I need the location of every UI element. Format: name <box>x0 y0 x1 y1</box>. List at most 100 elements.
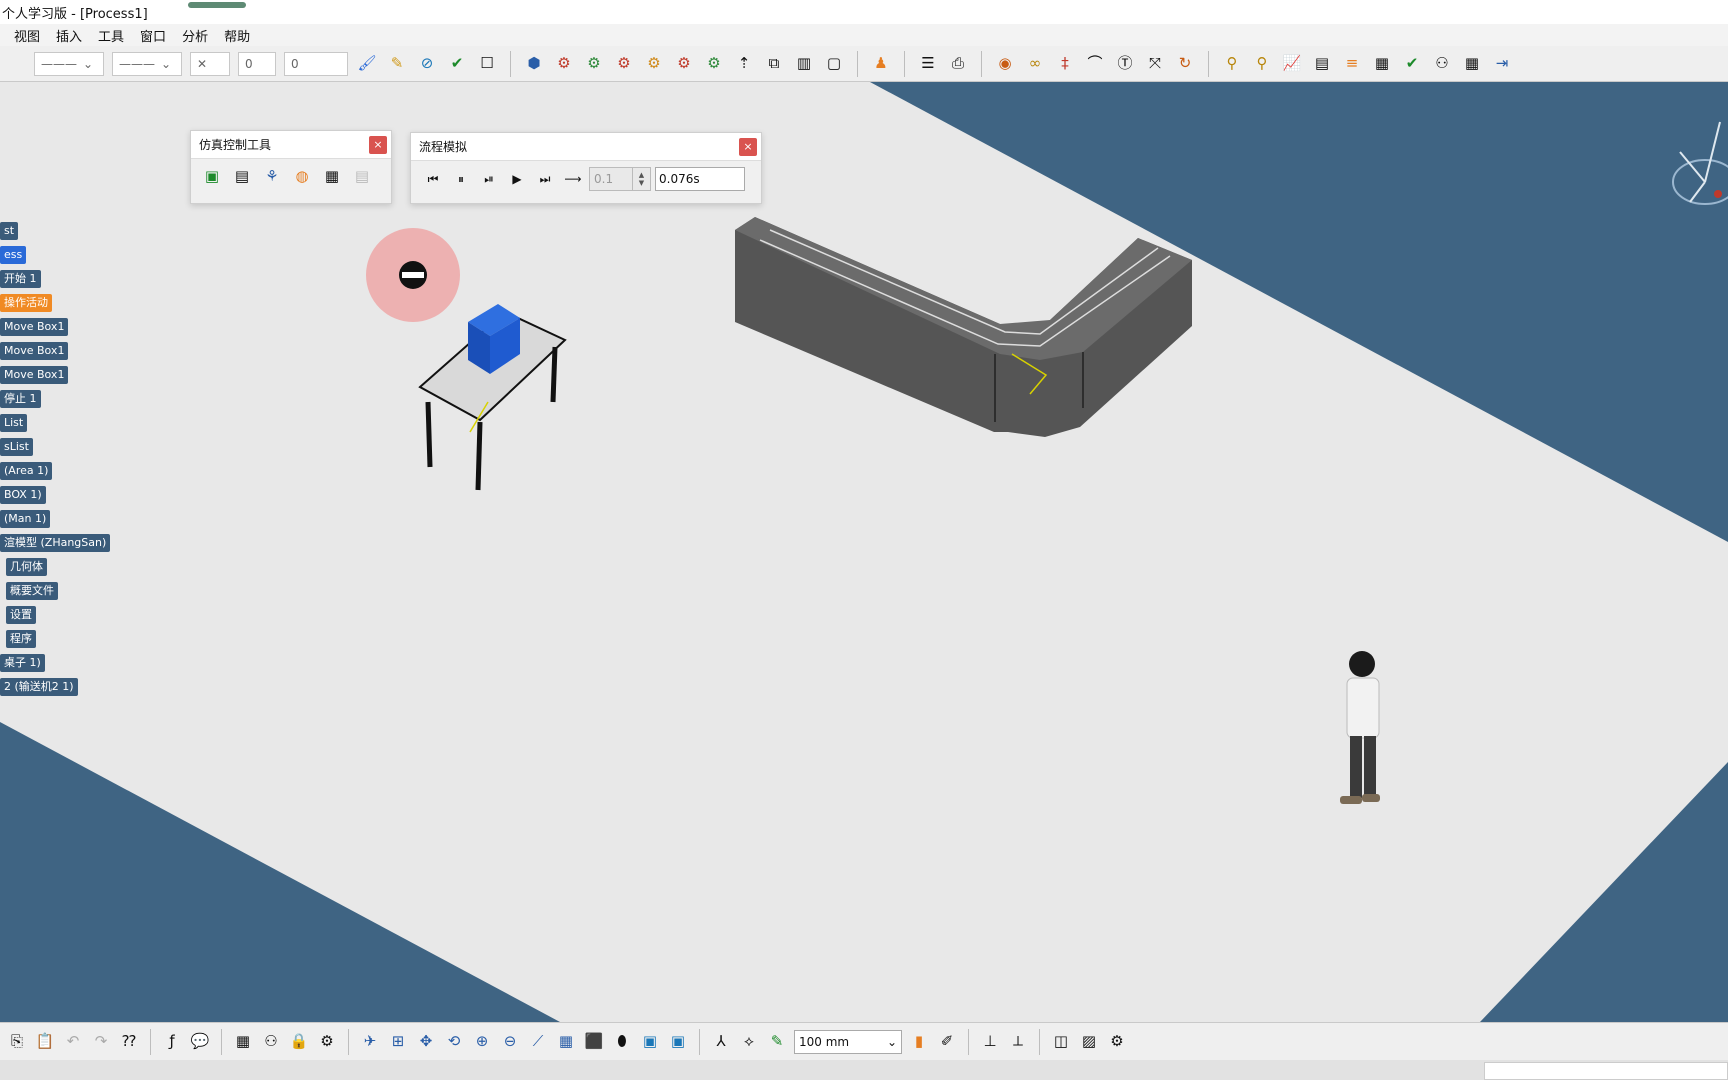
formula-icon[interactable]: ƒ <box>161 1031 183 1053</box>
measure-icon[interactable]: ⊥ <box>979 1031 1001 1053</box>
sim-run-icon[interactable]: ◍ <box>291 165 313 187</box>
compass-icon[interactable]: ⊘ <box>416 53 438 75</box>
tree-item[interactable]: ess <box>0 246 27 264</box>
sim-control-close-button[interactable]: × <box>369 135 387 154</box>
sim-icon[interactable]: ⚙ <box>316 1031 338 1053</box>
edit-icon[interactable]: ✎ <box>766 1031 788 1053</box>
undo-icon[interactable]: ↶ <box>62 1031 84 1053</box>
step-arrow-icon[interactable]: ⟶ <box>561 168 585 190</box>
sim-icon[interactable]: ◉ <box>994 53 1016 75</box>
zoom-icon[interactable]: ⚲ <box>1251 53 1273 75</box>
cube-icon[interactable]: ⬛ <box>583 1031 605 1053</box>
redo-icon[interactable]: ↷ <box>90 1031 112 1053</box>
copy-icon[interactable]: ⎘ <box>6 1031 28 1053</box>
fast-forward-icon[interactable]: ⏭ <box>533 168 557 190</box>
layer-combo[interactable]: 0 <box>238 51 276 76</box>
pen-icon[interactable]: ✎ <box>386 53 408 75</box>
gear-icon[interactable]: ⚙ <box>703 53 725 75</box>
brush-icon[interactable]: 🖌 <box>356 53 378 75</box>
sim-record-icon[interactable]: ▦ <box>321 165 343 187</box>
frame-icon[interactable]: ▢ <box>823 53 845 75</box>
lock-icon[interactable]: 🔒 <box>288 1031 310 1053</box>
gear-icon[interactable]: ⚙ <box>1106 1031 1128 1053</box>
pan-icon[interactable]: ✥ <box>415 1031 437 1053</box>
step-icon[interactable]: ⏯ <box>477 168 501 190</box>
fit-icon[interactable]: ⤧ <box>1144 53 1166 75</box>
checkbox-icon[interactable]: ☐ <box>476 53 498 75</box>
sim-settings-icon[interactable]: ▣ <box>201 165 223 187</box>
tree-item[interactable]: Move Box1 <box>0 318 69 336</box>
menu-insert[interactable]: 插入 <box>56 26 82 45</box>
sim-list-icon[interactable]: ▤ <box>231 165 253 187</box>
text-icon[interactable]: Ⓣ <box>1114 53 1136 75</box>
track-icon[interactable]: ‡ <box>1054 53 1076 75</box>
align-icon[interactable]: ☰ <box>917 53 939 75</box>
play-icon[interactable]: ▶ <box>505 168 529 190</box>
book-icon[interactable]: ▦ <box>1461 53 1483 75</box>
tree-item[interactable]: (Man 1) <box>0 510 51 528</box>
check-icon[interactable]: ✔ <box>1401 53 1423 75</box>
zoom-scale-combo[interactable]: 100 mm ⌄ <box>794 1029 902 1054</box>
help-icon[interactable]: ⁇ <box>118 1031 140 1053</box>
material-icon[interactable]: ◫ <box>1050 1031 1072 1053</box>
tree-item[interactable]: Move Box1 <box>0 342 69 360</box>
tree-item[interactable]: 开始 1 <box>0 270 41 288</box>
refresh-icon[interactable]: ↻ <box>1174 53 1196 75</box>
cylinder-icon[interactable]: ⬮ <box>611 1031 633 1053</box>
color-icon[interactable]: ▮ <box>908 1031 930 1053</box>
arc-icon[interactable]: ⌒ <box>1084 53 1106 75</box>
select-icon[interactable]: ⧉ <box>763 53 785 75</box>
tree-item[interactable]: sList <box>0 438 33 456</box>
comment-icon[interactable]: 💬 <box>189 1031 211 1053</box>
tree-item[interactable]: (Area 1) <box>0 462 53 480</box>
pause-icon[interactable]: ⏸ <box>449 168 473 190</box>
network-icon[interactable]: ⚇ <box>1431 53 1453 75</box>
book-icon[interactable]: ▦ <box>1371 53 1393 75</box>
catalog-icon[interactable]: ⬢ <box>523 53 545 75</box>
axes-icon[interactable]: ⅄ <box>710 1031 732 1053</box>
fly-icon[interactable]: ✈ <box>359 1031 381 1053</box>
step-stepper[interactable]: 0.1 ▲ ▼ <box>589 167 651 191</box>
menu-analysis[interactable]: 分析 <box>182 26 208 45</box>
tree-icon[interactable]: ⚇ <box>260 1031 282 1053</box>
sim-tree-icon[interactable]: ⚘ <box>261 165 283 187</box>
tree-item[interactable]: st <box>0 222 19 240</box>
stepper-arrows-icon[interactable]: ▲ ▼ <box>632 168 650 190</box>
render-icon[interactable]: ▨ <box>1078 1031 1100 1053</box>
command-input[interactable] <box>1484 1062 1728 1080</box>
measure-icon[interactable]: ⟂ <box>1007 1031 1029 1053</box>
tree-item[interactable]: 2 (输送机2 1) <box>0 678 78 696</box>
export-icon[interactable]: ⇥ <box>1491 53 1513 75</box>
menu-view[interactable]: 视图 <box>14 26 40 45</box>
image-icon[interactable]: ▣ <box>667 1031 689 1053</box>
chart-icon[interactable]: 📈 <box>1281 53 1303 75</box>
table-icon[interactable]: ▦ <box>232 1031 254 1053</box>
arrow-icon[interactable]: ⇡ <box>733 53 755 75</box>
paste-icon[interactable]: 📋 <box>34 1031 56 1053</box>
tree-item[interactable]: BOX 1) <box>0 486 46 504</box>
scene-canvas[interactable] <box>0 82 1728 1022</box>
rewind-icon[interactable]: ⏮ <box>421 168 445 190</box>
robot-icon[interactable]: ⚙ <box>553 53 575 75</box>
line-style-combo[interactable]: ——— ⌄ <box>34 51 104 76</box>
gear-icon[interactable]: ⚙ <box>613 53 635 75</box>
database-icon[interactable]: ▤ <box>1311 53 1333 75</box>
line-type-combo[interactable]: ——— ⌄ <box>112 51 182 76</box>
tree-item[interactable]: 概要文件 <box>6 582 58 600</box>
image-icon[interactable]: ▣ <box>639 1031 661 1053</box>
zoom-icon[interactable]: ⚲ <box>1221 53 1243 75</box>
menu-window[interactable]: 窗口 <box>140 26 166 45</box>
line-weight-combo[interactable]: ✕ <box>190 51 230 76</box>
camera-icon[interactable]: ⎙ <box>947 53 969 75</box>
tree-item-active[interactable]: 操作活动 <box>0 294 52 312</box>
pencil-icon[interactable]: ✐ <box>936 1031 958 1053</box>
check-icon[interactable]: ✔ <box>446 53 468 75</box>
bar-icon[interactable]: ▥ <box>793 53 815 75</box>
tree-item[interactable]: 设置 <box>6 606 36 624</box>
3d-viewport[interactable]: 仿真控制工具 × ▣ ▤ ⚘ ◍ ▦ ▤ 流程模拟 × ⏮ ⏸ ⏯ ▶ ⏭ ⟶ … <box>0 82 1728 1022</box>
menu-help[interactable]: 帮助 <box>224 26 250 45</box>
zoom-in-icon[interactable]: ⊕ <box>471 1031 493 1053</box>
tree-item[interactable]: 几何体 <box>6 558 47 576</box>
gear-icon[interactable]: ⚙ <box>583 53 605 75</box>
person-icon[interactable]: ♟ <box>870 53 892 75</box>
